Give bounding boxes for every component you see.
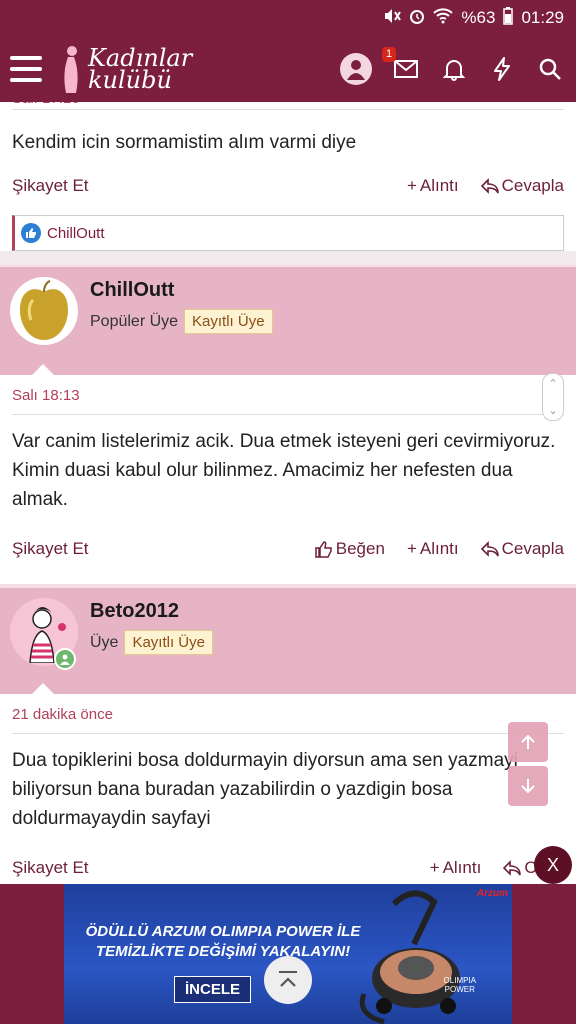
ad-close-button[interactable]: X (534, 846, 572, 884)
post-text: Kendim icin sormamistim alım varmi diye (12, 132, 357, 153)
app-header: Kadınlar kulübü 1 (0, 36, 576, 102)
author-title: Popüler Üye Kayıtlı Üye (90, 309, 273, 334)
notifications-button[interactable] (440, 55, 468, 83)
battery-percent: %63 (461, 8, 496, 27)
search-icon (539, 58, 561, 80)
post-author-block: ChillOutt Popüler Üye Kayıtlı Üye (0, 265, 576, 375)
scroll-to-top-button[interactable] (264, 956, 312, 1004)
author-name[interactable]: Beto2012 (90, 600, 179, 623)
author-name[interactable]: ChillOutt (90, 279, 174, 302)
author-avatar[interactable] (10, 277, 78, 345)
ad-product-label-1: OLIMPIA (443, 976, 476, 985)
quote-label: Alıntı (442, 858, 482, 877)
bell-icon (443, 60, 465, 81)
post-time[interactable]: Salı 18:13 (12, 375, 564, 415)
alarm-icon (409, 8, 425, 28)
double-chevron-up-icon (279, 971, 297, 987)
report-button[interactable]: Şikayet Et (12, 176, 89, 196)
ad-product-label-2: POWER (444, 985, 475, 994)
wifi-icon (433, 8, 454, 28)
user-rank: Üye (90, 633, 119, 651)
ad-headline-1: ÖDÜLLÜ ARZUM OLIMPIA POWER İLE (85, 923, 361, 940)
like-button[interactable]: Beğen (315, 539, 385, 559)
arrow-up-icon (521, 734, 535, 749)
user-avatar-icon (347, 60, 365, 80)
mute-icon (383, 8, 402, 28)
reply-icon (503, 860, 522, 876)
logo-figure-icon (64, 46, 78, 93)
post: Salı 18:13 Var canim listelerimiz acik. … (0, 373, 576, 584)
reaction-bar[interactable]: ChillOutt (12, 215, 564, 251)
vacuum-cleaner-icon (359, 890, 460, 1024)
post: 21 dakika önce Dua topiklerini bosa dold… (0, 694, 576, 884)
post-text: Var canim listelerimiz acik. Dua etmek i… (12, 431, 556, 510)
plus-icon: + (429, 858, 440, 877)
golden-apple-icon (20, 280, 68, 340)
scroll-down-button[interactable] (508, 766, 548, 806)
quote-button[interactable]: + Alıntı (430, 858, 482, 878)
logo-line2: kulübü (88, 66, 172, 94)
status-bar: %63 01:29 (0, 0, 576, 36)
post-actions: Şikayet Et Beğen + Alıntı Cevapla (12, 514, 564, 584)
plus-icon: + (406, 176, 417, 195)
post-author-block: Beto2012 Üye Kayıtlı Üye (0, 584, 576, 694)
post: Salı 17:16 Kendim icin sormamistim alım … (0, 102, 576, 251)
chevron-up-icon: ⌃ (548, 378, 558, 390)
role-badge: Kayıtlı Üye (184, 309, 273, 334)
ad-product-label: OLIMPIA POWER (444, 976, 476, 994)
clock: 01:29 (521, 8, 564, 27)
site-logo[interactable]: Kadınlar kulübü (58, 43, 192, 95)
scroll-up-button[interactable] (508, 722, 548, 762)
arrow-down-icon (521, 779, 535, 794)
reply-label: Cevapla (501, 176, 564, 195)
messages-button[interactable]: 1 (382, 47, 420, 83)
report-button[interactable]: Şikayet Et (12, 539, 89, 559)
like-label: Beğen (335, 539, 385, 558)
thumbs-up-icon (315, 541, 332, 558)
menu-icon[interactable] (10, 56, 42, 82)
reply-button[interactable]: Cevapla (480, 176, 564, 196)
envelope-icon (394, 60, 418, 78)
reply-icon (480, 178, 499, 194)
reply-icon (480, 541, 499, 557)
lightning-icon (494, 57, 510, 81)
quote-button[interactable]: + Alıntı (407, 539, 459, 559)
role-badge: Kayıtlı Üye (124, 630, 213, 655)
post-time[interactable]: 21 dakika önce (12, 694, 564, 734)
post-time[interactable]: Salı 17:16 (12, 102, 564, 110)
quote-label: Alıntı (419, 539, 459, 558)
ad-headline: ÖDÜLLÜ ARZUM OLIMPIA POWER İLE TEMİZLİKT… (78, 922, 368, 962)
scrollbar-thumb[interactable]: ⌃ ⌄ (542, 373, 564, 421)
post-actions: Şikayet Et +Alıntı Ceva (12, 833, 564, 884)
battery-icon (503, 7, 514, 29)
quote-button[interactable]: + Alıntı (407, 176, 459, 196)
report-button[interactable]: Şikayet Et (12, 858, 89, 878)
plus-icon: + (406, 539, 417, 558)
user-avatar[interactable] (340, 53, 372, 85)
online-status-icon (54, 648, 76, 670)
quote-label: Alıntı (419, 176, 459, 195)
post-actions: Şikayet Et + Alıntı Cevapla (12, 157, 564, 215)
thread-content: Salı 17:16 Kendim icin sormamistim alım … (0, 102, 576, 884)
messages-badge: 1 (382, 47, 397, 62)
caret (32, 364, 54, 375)
reply-label: Cevapla (501, 539, 564, 558)
chevron-down-icon: ⌄ (548, 405, 558, 417)
post-text: Dua topiklerini bosa doldurmayin diyorsu… (12, 750, 518, 829)
caret (32, 683, 54, 694)
whats-new-button[interactable] (488, 55, 516, 83)
reply-button[interactable]: Cevapla (480, 539, 564, 559)
ad-headline-2: TEMİZLİKTE DEĞİŞİMİ YAKALAYIN! (95, 943, 351, 960)
author-title: Üye Kayıtlı Üye (90, 630, 213, 655)
search-button[interactable] (536, 55, 564, 83)
reaction-user[interactable]: ChillOutt (47, 225, 105, 242)
user-rank: Popüler Üye (90, 312, 179, 330)
like-reaction-icon (21, 223, 41, 243)
ad-cta-button[interactable]: İNCELE (174, 976, 252, 1003)
